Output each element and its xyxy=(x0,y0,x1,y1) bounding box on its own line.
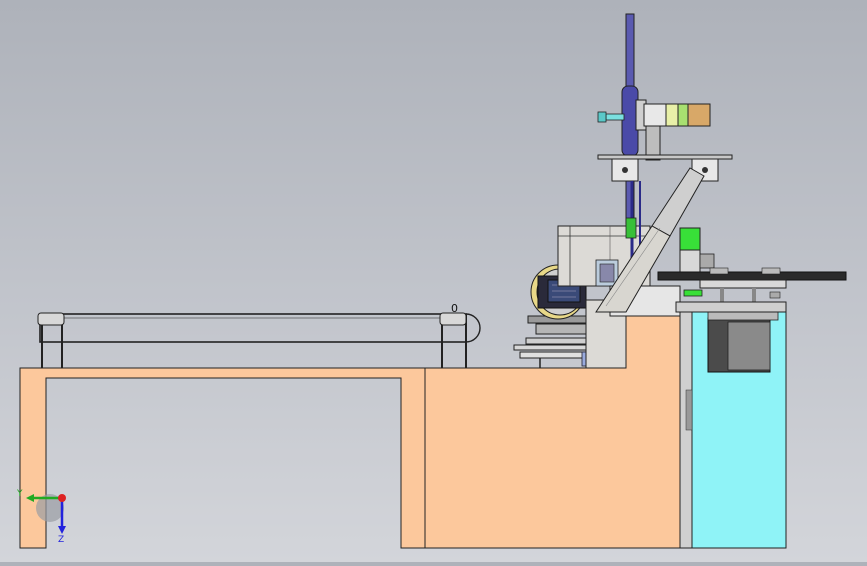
triad-y-label: Y xyxy=(16,489,23,499)
model-canvas[interactable]: 0 Y Z xyxy=(0,0,867,562)
triad-z-label: Z xyxy=(58,535,64,545)
conveyor-end-marker: 0 xyxy=(451,302,458,315)
belt-conveyor[interactable]: 0 xyxy=(37,302,481,368)
cad-viewport[interactable]: 0 Y Z xyxy=(0,0,867,562)
water-tank[interactable] xyxy=(679,311,787,549)
